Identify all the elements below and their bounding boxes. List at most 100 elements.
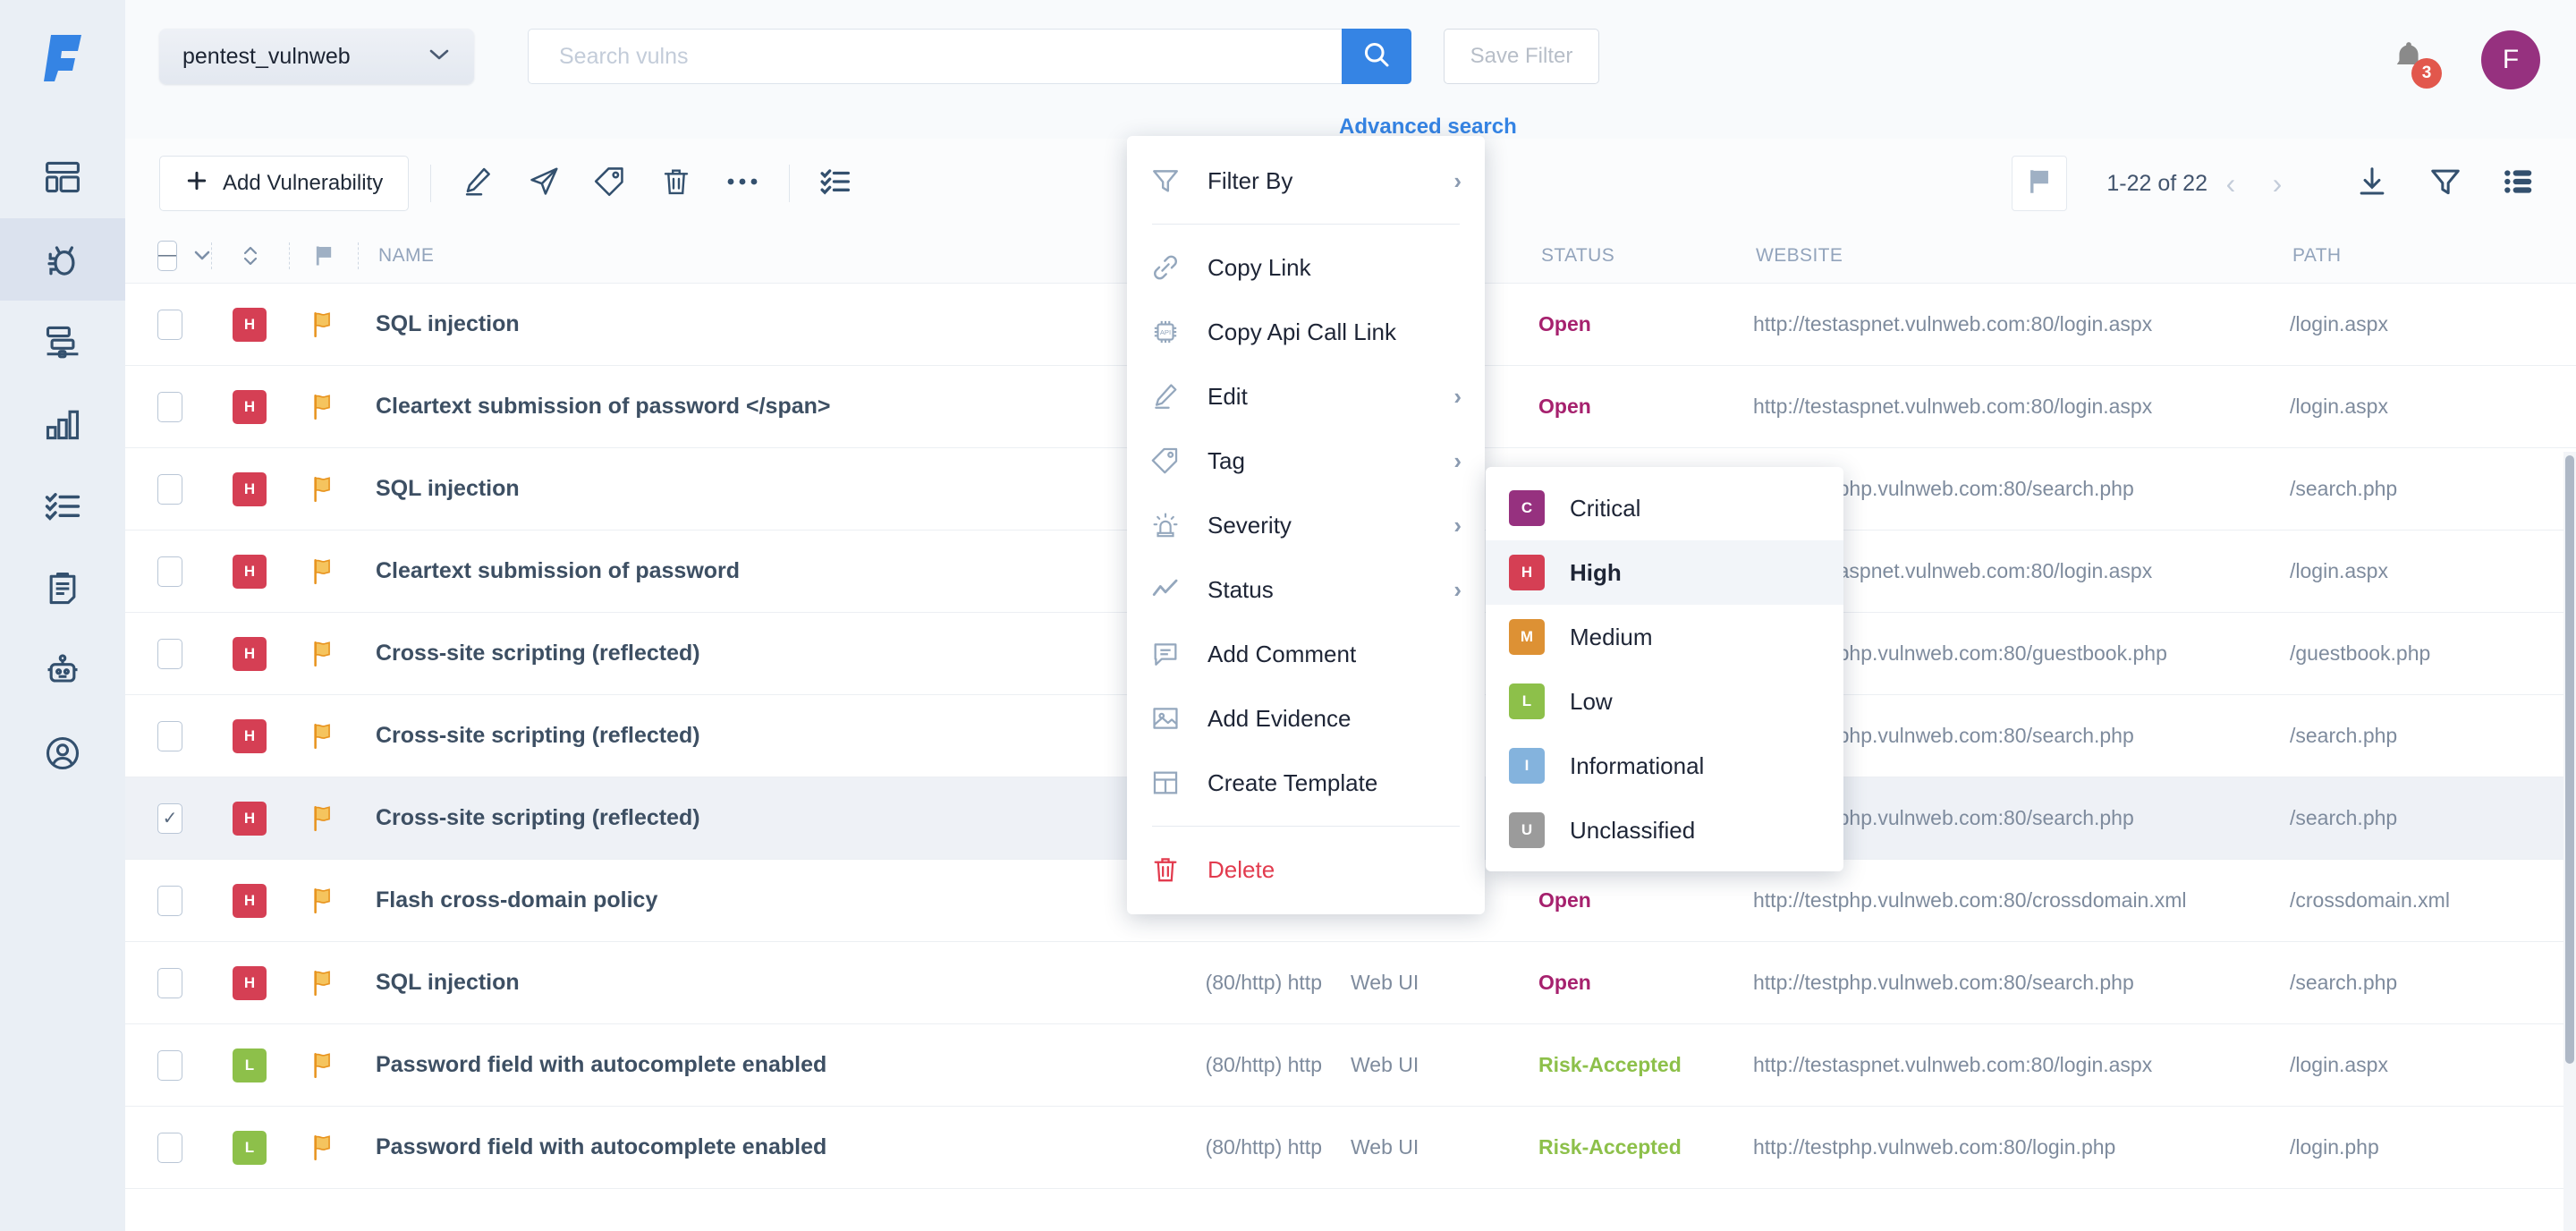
prev-page-button[interactable]: ‹ xyxy=(2207,160,2254,207)
row-checkbox[interactable] xyxy=(157,968,182,998)
menu-item-label: Copy Api Call Link xyxy=(1208,318,1396,346)
menu-item-tag[interactable]: Tag› xyxy=(1127,429,1485,493)
row-flag-icon[interactable] xyxy=(288,887,356,914)
vulnerability-name[interactable]: SQL injection xyxy=(356,970,1143,996)
menu-item-severity[interactable]: Severity› xyxy=(1127,493,1485,557)
menu-item-copy-api-call-link[interactable]: API Copy Api Call Link xyxy=(1127,300,1485,364)
scrollbar-thumb[interactable] xyxy=(2565,455,2574,1064)
row-flag-icon[interactable] xyxy=(288,1052,356,1079)
vulnerability-name[interactable]: Cross-site scripting (reflected) xyxy=(356,641,1143,666)
status-badge: Open xyxy=(1519,888,1733,913)
row-flag-icon[interactable] xyxy=(288,1134,356,1161)
sidebar-item-vulnerabilities[interactable] xyxy=(0,218,125,301)
sidebar-item-users[interactable] xyxy=(0,712,125,794)
svg-text:API: API xyxy=(1160,328,1171,336)
menu-item-status[interactable]: Status› xyxy=(1127,557,1485,622)
severity-badge: M xyxy=(1509,619,1545,655)
chevron-down-icon[interactable] xyxy=(193,245,211,267)
column-header-path[interactable]: PATH xyxy=(2273,245,2541,267)
filter-button[interactable] xyxy=(2420,158,2470,208)
notifications-button[interactable]: 3 xyxy=(2388,37,2435,83)
table-row[interactable]: LPassword field with autocomplete enable… xyxy=(125,1024,2576,1107)
flag-column-header[interactable] xyxy=(290,243,358,268)
delete-button[interactable] xyxy=(651,158,701,208)
row-checkbox[interactable]: ✓ xyxy=(157,803,182,834)
menu-item-create-template[interactable]: Create Template xyxy=(1127,751,1485,815)
add-vulnerability-button[interactable]: Add Vulnerability xyxy=(159,156,409,211)
avatar[interactable]: F xyxy=(2481,30,2540,89)
sidebar xyxy=(0,0,125,1231)
row-checkbox[interactable] xyxy=(157,474,182,505)
tool-cell: Web UI xyxy=(1331,1135,1519,1159)
column-header-name[interactable]: NAME xyxy=(359,245,1146,267)
severity-sort-button[interactable] xyxy=(212,242,289,270)
row-checkbox[interactable] xyxy=(157,1050,182,1081)
vertical-scrollbar[interactable] xyxy=(2563,452,2576,1231)
menu-item-delete[interactable]: Delete xyxy=(1127,837,1485,902)
vulnerability-name[interactable]: SQL injection xyxy=(356,311,1143,337)
severity-option-medium[interactable]: MMedium xyxy=(1486,605,1843,669)
download-button[interactable] xyxy=(2347,158,2397,208)
filter-icon xyxy=(2428,165,2462,203)
row-flag-icon[interactable] xyxy=(288,476,356,503)
sidebar-item-hosts[interactable] xyxy=(0,301,125,383)
vulnerability-name[interactable]: Cleartext submission of password xyxy=(356,558,1143,584)
row-checkbox[interactable] xyxy=(157,310,182,340)
more-button[interactable] xyxy=(717,158,767,208)
vulnerability-name[interactable]: Flash cross-domain policy xyxy=(356,887,1143,913)
row-flag-icon[interactable] xyxy=(288,394,356,420)
severity-option-label: Critical xyxy=(1570,495,1640,522)
column-header-status[interactable]: STATUS xyxy=(1521,245,1736,267)
search-input[interactable]: Search vulns xyxy=(528,29,1342,84)
flag-filter-button[interactable] xyxy=(2012,156,2067,211)
vulnerability-name[interactable]: Password field with autocomplete enabled xyxy=(356,1134,1143,1160)
menu-item-add-evidence[interactable]: Add Evidence xyxy=(1127,686,1485,751)
sidebar-item-dashboard[interactable] xyxy=(0,136,125,218)
bulk-select-button[interactable] xyxy=(811,158,861,208)
row-flag-icon[interactable] xyxy=(288,311,356,338)
row-flag-icon[interactable] xyxy=(288,805,356,832)
vulnerability-name[interactable]: Cross-site scripting (reflected) xyxy=(356,723,1143,749)
row-checkbox[interactable] xyxy=(157,886,182,916)
severity-option-unclassified[interactable]: UUnclassified xyxy=(1486,798,1843,862)
menu-item-copy-link[interactable]: Copy Link xyxy=(1127,235,1485,300)
edit-button[interactable] xyxy=(453,158,503,208)
table-row[interactable]: LPassword field with autocomplete enable… xyxy=(125,1107,2576,1189)
vulnerability-name[interactable]: Cleartext submission of password </span> xyxy=(356,394,1143,420)
next-page-button[interactable]: › xyxy=(2254,160,2301,207)
severity-option-low[interactable]: LLow xyxy=(1486,669,1843,734)
row-checkbox[interactable] xyxy=(157,392,182,422)
row-checkbox[interactable] xyxy=(157,1133,182,1163)
table-row[interactable]: HSQL injection(80/http) httpWeb UIOpenht… xyxy=(125,942,2576,1024)
menu-item-edit[interactable]: Edit› xyxy=(1127,364,1485,429)
sidebar-item-tasks[interactable] xyxy=(0,465,125,548)
row-checkbox[interactable] xyxy=(157,639,182,669)
save-filter-button[interactable]: Save Filter xyxy=(1444,29,1599,84)
send-button[interactable] xyxy=(519,158,569,208)
sidebar-item-analytics[interactable] xyxy=(0,383,125,465)
sidebar-item-reports[interactable] xyxy=(0,548,125,630)
select-all-checkbox[interactable]: — xyxy=(157,241,177,271)
app-logo[interactable] xyxy=(36,30,89,84)
service-cell: (80/http) http xyxy=(1143,1135,1331,1159)
row-checkbox[interactable] xyxy=(157,556,182,587)
menu-item-filter-by[interactable]: Filter By› xyxy=(1127,149,1485,213)
sidebar-item-agents[interactable] xyxy=(0,630,125,712)
menu-item-add-comment[interactable]: Add Comment xyxy=(1127,622,1485,686)
severity-option-critical[interactable]: CCritical xyxy=(1486,476,1843,540)
row-flag-icon[interactable] xyxy=(288,558,356,585)
severity-option-informational[interactable]: IInformational xyxy=(1486,734,1843,798)
severity-option-high[interactable]: HHigh xyxy=(1486,540,1843,605)
column-header-website[interactable]: WEBSITE xyxy=(1736,245,2273,267)
row-flag-icon[interactable] xyxy=(288,970,356,997)
row-checkbox[interactable] xyxy=(157,721,182,751)
row-flag-icon[interactable] xyxy=(288,723,356,750)
vulnerability-name[interactable]: SQL injection xyxy=(356,476,1143,502)
vulnerability-name[interactable]: Password field with autocomplete enabled xyxy=(356,1052,1143,1078)
workspace-selector[interactable]: pentest_vulnweb xyxy=(159,29,474,84)
columns-button[interactable] xyxy=(2494,158,2544,208)
tag-button[interactable] xyxy=(585,158,635,208)
row-flag-icon[interactable] xyxy=(288,641,356,667)
vulnerability-name[interactable]: Cross-site scripting (reflected) xyxy=(356,805,1143,831)
search-button[interactable] xyxy=(1342,29,1411,84)
